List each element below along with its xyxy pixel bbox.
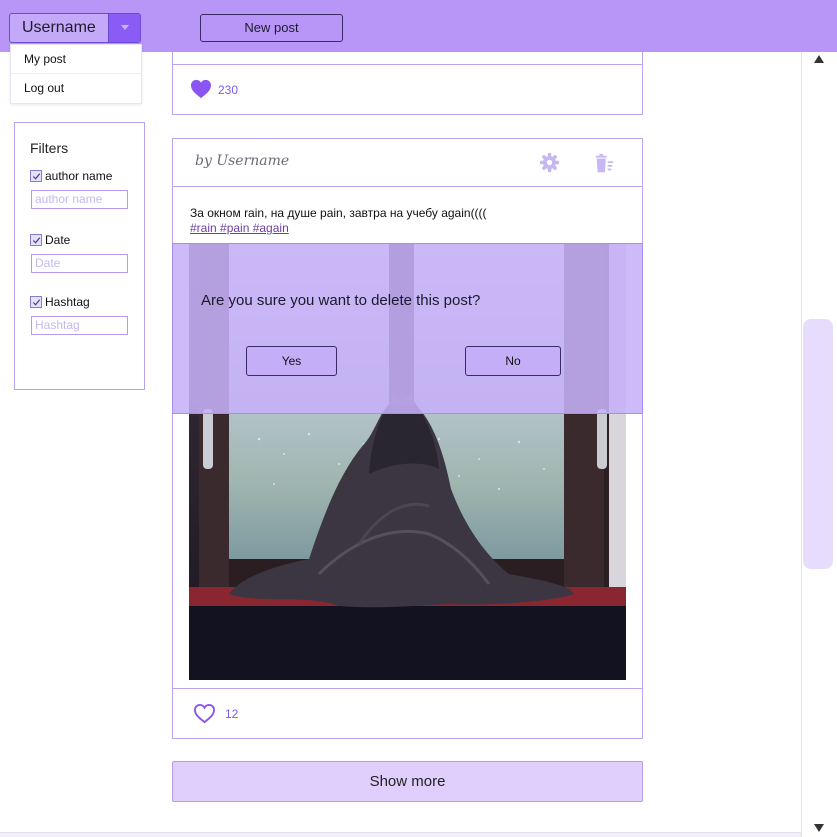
gear-icon[interactable] xyxy=(539,152,560,173)
hashtag-filter-label: Hashtag xyxy=(45,295,90,309)
filters-panel: Filters author name author name Date Dat… xyxy=(14,122,145,390)
filters-title: Filters xyxy=(30,140,69,156)
check-icon xyxy=(32,236,40,244)
date-filter-row: Date xyxy=(30,233,70,247)
scrollbar[interactable] xyxy=(801,52,836,837)
post-author: by Username xyxy=(195,153,290,169)
hashtag-filter-row: Hashtag xyxy=(30,295,90,309)
new-post-button[interactable]: New post xyxy=(200,14,343,42)
post-hashtags[interactable]: #rain #pain #again xyxy=(190,221,289,235)
post-like-bar: 12 xyxy=(173,688,642,739)
username-label: Username xyxy=(22,19,96,36)
check-icon xyxy=(32,172,40,180)
previous-post-like-bar: 230 xyxy=(172,64,643,115)
date-filter-label: Date xyxy=(45,233,71,247)
scroll-up-arrow-icon[interactable] xyxy=(802,52,836,66)
hashtag-checkbox[interactable] xyxy=(30,296,42,308)
scrollbar-thumb[interactable] xyxy=(803,319,833,569)
scroll-down-arrow-icon[interactable] xyxy=(802,821,836,835)
date-input[interactable]: Date xyxy=(31,254,128,273)
author-checkbox[interactable] xyxy=(30,170,42,182)
bottom-scrollbar-strip xyxy=(0,832,801,837)
user-select[interactable]: Username xyxy=(9,13,141,43)
post-card: by Username За окном rain, на душе pain,… xyxy=(172,138,643,739)
date-checkbox[interactable] xyxy=(30,234,42,246)
yes-button[interactable]: Yes xyxy=(246,346,337,376)
show-more-button[interactable]: Show more xyxy=(172,761,643,802)
hashtag-input[interactable]: Hashtag xyxy=(31,316,128,335)
author-filter-label: author name xyxy=(45,169,113,183)
trash-icon[interactable] xyxy=(593,153,615,175)
heart-filled-icon[interactable] xyxy=(190,79,212,99)
user-menu: My post Log out xyxy=(10,44,142,104)
chevron-down-icon[interactable] xyxy=(108,14,140,42)
heart-outline-icon[interactable] xyxy=(193,703,216,724)
check-icon xyxy=(32,298,40,306)
menu-item-my-post[interactable]: My post xyxy=(11,45,141,74)
author-name-input[interactable]: author name xyxy=(31,190,128,209)
author-filter-row: author name xyxy=(30,169,112,183)
page: Username New post My post Log out Filter… xyxy=(0,0,837,837)
post-text: За окном rain, на душе pain, завтра на у… xyxy=(190,206,487,220)
no-button[interactable]: No xyxy=(465,346,561,376)
post-header: by Username xyxy=(173,139,642,187)
delete-question: Are you sure you want to delete this pos… xyxy=(201,292,481,309)
menu-item-log-out[interactable]: Log out xyxy=(11,74,141,103)
like-count: 12 xyxy=(225,707,239,721)
like-count: 230 xyxy=(218,83,239,97)
delete-confirm-dialog: Are you sure you want to delete this pos… xyxy=(172,243,643,414)
